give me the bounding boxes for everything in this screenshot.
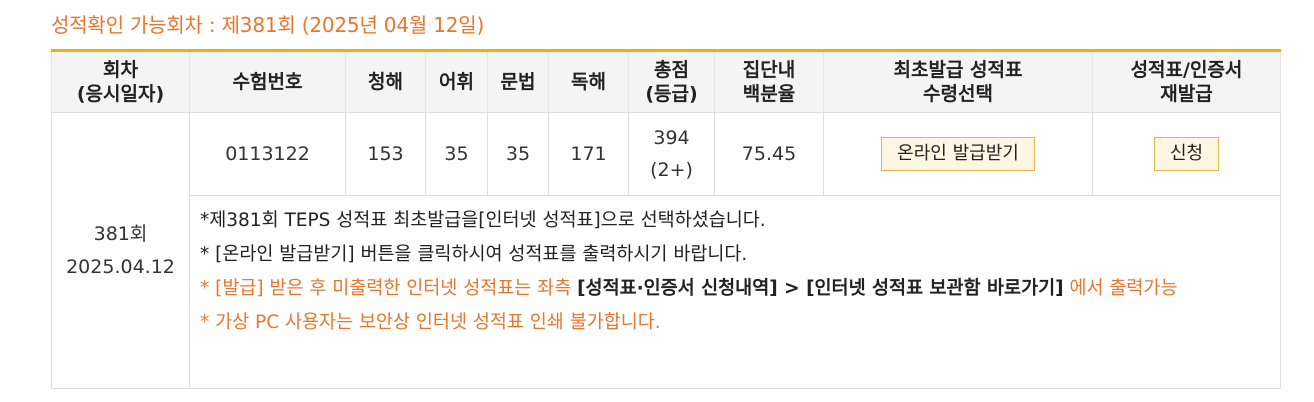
table-row: 381회 2025.04.12 0113122 153 35 35 171 39… — [51, 112, 1281, 389]
header-listening: 청해 — [345, 49, 426, 113]
note-unprinted-suffix: 에서 출력가능 — [1063, 278, 1178, 299]
header-grammar: 문법 — [487, 49, 549, 113]
exam-number: 0113122 — [189, 112, 346, 196]
notes-row: *제381회 TEPS 성적표 최초발급을[인터넷 성적표]으로 선택하셨습니다… — [52, 195, 1281, 389]
total-score: 394 — [653, 127, 690, 149]
header-reissue-line2: 재발급 — [1160, 83, 1213, 105]
header-percentile: 집단내 백분율 — [714, 49, 824, 113]
header-first-issue-line2: 수령선택 — [923, 83, 993, 105]
reissue-cell: 신청 — [1092, 112, 1281, 196]
header-reissue-line1: 성적표/인증서 — [1130, 59, 1243, 81]
percentile: 75.45 — [714, 112, 824, 196]
vocabulary-score: 35 — [425, 112, 488, 196]
header-reissue: 성적표/인증서 재발급 — [1092, 49, 1281, 113]
available-round-heading: 성적확인 가능회차 : 제381회 (2025년 04월 12일) — [51, 13, 485, 37]
note-first-issue-choice: *제381회 TEPS 성적표 최초발급을[인터넷 성적표]으로 선택하셨습니다… — [200, 210, 766, 231]
header-exam-number: 수험번호 — [189, 49, 346, 113]
internet-report-storage-link[interactable]: [인터넷 성적표 보관함 바로가기] — [806, 278, 1064, 299]
listening-score: 153 — [345, 112, 426, 196]
header-round-line1: 회차 — [103, 59, 138, 81]
first-issue-cell: 온라인 발급받기 — [823, 112, 1093, 196]
note-unprinted-report: * [발급] 받은 후 미출력한 인터넷 성적표는 좌측 [성적표·인증서 신청… — [200, 272, 1247, 306]
application-history-link[interactable]: [성적표·인증서 신청내역] — [577, 278, 778, 299]
header-round: 회차 (응시일자) — [51, 49, 190, 113]
header-vocabulary: 어휘 — [425, 49, 488, 113]
notes-cell: *제381회 TEPS 성적표 최초발급을[인터넷 성적표]으로 선택하셨습니다… — [189, 195, 1281, 389]
header-total: 총점 (등급) — [628, 49, 715, 113]
header-percentile-line2: 백분율 — [742, 83, 796, 105]
header-first-issue: 최초발급 성적표 수령선택 — [823, 49, 1093, 113]
chevron-right-separator: > — [777, 278, 807, 299]
grammar-score: 35 — [487, 112, 549, 196]
total-cell: 394 (2+) — [628, 112, 715, 196]
header-percentile-line1: 집단내 — [742, 59, 796, 81]
header-total-line2: (등급) — [645, 83, 698, 105]
score-table: 회차 (응시일자) 수험번호 청해 어휘 문법 독해 총점 (등급) 집단내 백… — [51, 49, 1281, 389]
reading-score: 171 — [548, 112, 629, 196]
round-number: 381회 — [93, 222, 148, 245]
round-cell: 381회 2025.04.12 — [51, 112, 190, 389]
note-virtual-pc-restriction: * 가상 PC 사용자는 보안상 인터넷 성적표 인쇄 불가합니다. — [200, 312, 661, 333]
reissue-apply-button[interactable]: 신청 — [1153, 137, 1220, 171]
header-total-line1: 총점 — [654, 59, 689, 81]
note-print-instruction: * [온라인 발급받기] 버튼을 클릭하시여 성적표를 출력하시기 바랍니다. — [200, 244, 748, 265]
header-round-line2: (응시일자) — [76, 83, 165, 105]
header-reading: 독해 — [548, 49, 629, 113]
grade: (2+) — [650, 159, 693, 181]
note-unprinted-prefix: * [발급] 받은 후 미출력한 인터넷 성적표는 좌측 — [200, 278, 578, 299]
online-issue-button[interactable]: 온라인 발급받기 — [881, 137, 1035, 171]
exam-date: 2025.04.12 — [66, 255, 175, 278]
header-first-issue-line1: 최초발급 성적표 — [893, 59, 1023, 81]
table-header-row: 회차 (응시일자) 수험번호 청해 어휘 문법 독해 총점 (등급) 집단내 백… — [51, 49, 1281, 113]
